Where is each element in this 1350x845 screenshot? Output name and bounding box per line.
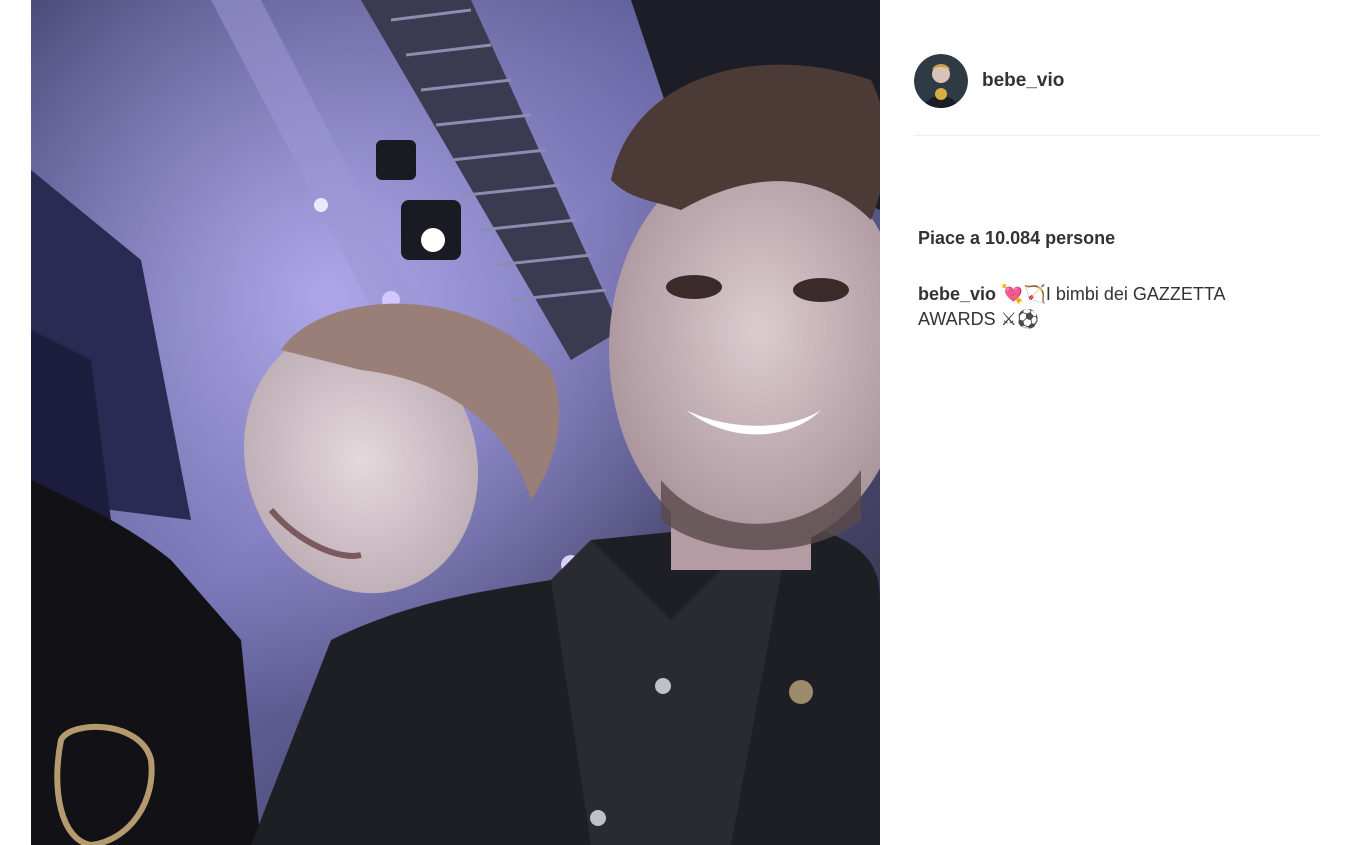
caption-username-link[interactable]: bebe_vio bbox=[918, 284, 996, 304]
instagram-post: bebe_vio Piace a 10.084 persone bebe_vio… bbox=[0, 0, 1350, 845]
avatar[interactable] bbox=[914, 54, 968, 108]
post-caption: bebe_vio 💘🏹I bimbi dei GAZZETTA AWARDS ⚔… bbox=[918, 282, 1278, 332]
header-username-link[interactable]: bebe_vio bbox=[982, 70, 1064, 92]
photo-image bbox=[31, 0, 880, 845]
header-divider bbox=[914, 135, 1320, 136]
avatar-icon bbox=[914, 54, 968, 108]
post-sidebar: bebe_vio Piace a 10.084 persone bebe_vio… bbox=[914, 0, 1320, 845]
post-photo[interactable] bbox=[31, 0, 880, 845]
likes-count[interactable]: Piace a 10.084 persone bbox=[918, 228, 1115, 249]
post-header: bebe_vio bbox=[914, 53, 1320, 109]
